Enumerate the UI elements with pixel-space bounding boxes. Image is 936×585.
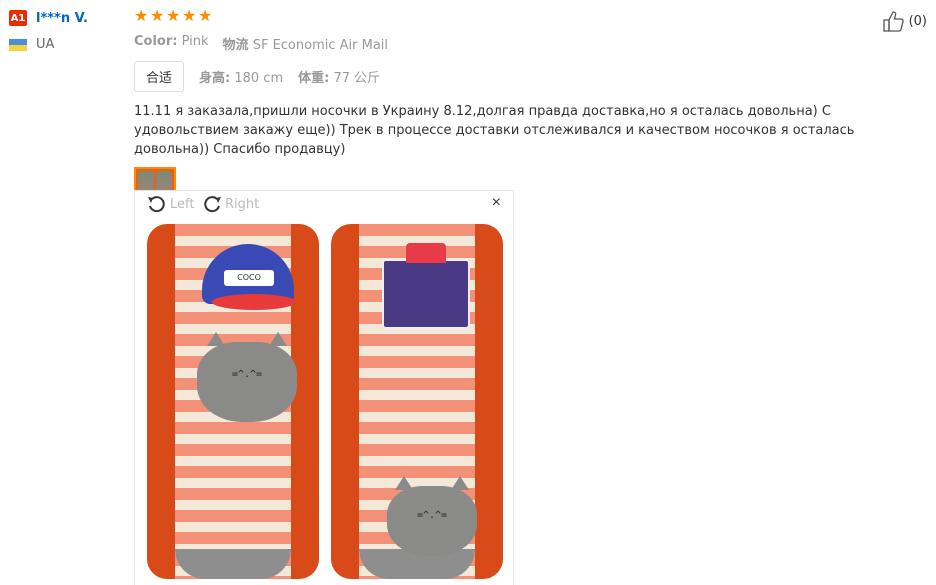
logistics-value: SF Economic Air Mail [252,38,389,53]
star-icon: ★ [150,8,165,25]
review-body: ★ ★ ★ ★ ★ Color: Pink 物流 SF Economic Air… [134,9,924,215]
color-info: Color: Pink [134,34,209,53]
image-viewer: Left Right × COCO =^.^= =^.^= [134,190,514,585]
cat-ear-right [451,476,469,490]
ukraine-flag-icon [9,38,27,51]
cat-ear-right [269,332,287,346]
review-photo-1: COCO =^.^= [147,224,319,579]
product-label-tag [382,243,470,329]
star-icon: ★ [134,8,149,25]
reviewer-country: UA [36,37,55,52]
cat-face-icon: =^.^= [387,476,477,556]
cat-face-features: =^.^= [416,509,448,521]
height-label: 身高: [199,71,231,86]
sock-heel [175,549,291,579]
fit-tag: 合适 [134,61,185,92]
height-value: 180 cm [234,71,284,86]
weight-value: 77 公斤 [333,71,381,86]
cap-brim [212,294,296,310]
star-rating: ★ ★ ★ ★ ★ [134,9,924,27]
reviewer-country-row: UA [9,37,88,52]
rotate-left-label: Left [170,196,195,212]
reviewer-name-row: A1 l***n V. [9,10,88,26]
fit-info-row: 合适 身高: 180 cm 体重: 77 公斤 [134,61,924,92]
color-label: Color: [134,34,178,49]
cat-ear-left [207,332,225,346]
close-icon[interactable]: × [492,194,501,212]
cat-face-icon: =^.^= [197,332,297,422]
weight-info: 体重: 77 公斤 [298,67,380,86]
review-text: 11.11 я заказала,пришли носочки в Украин… [134,104,855,157]
color-value: Pink [181,34,209,49]
star-icon: ★ [166,8,181,25]
brand-logo: COCO [224,270,274,286]
level-badge: A1 [9,10,27,26]
reviewer-info: A1 l***n V. UA [9,10,88,52]
logistics-label: 物流 [222,38,249,53]
logistics-info: 物流 SF Economic Air Mail [223,34,388,53]
rotate-right-label: Right [225,196,260,212]
height-info: 身高: 180 cm [199,67,283,86]
review-photo-2: =^.^= [331,224,503,579]
cat-ear-left [395,476,413,490]
rotate-left-icon [148,196,165,213]
star-icon: ★ [182,8,197,25]
reviewer-name[interactable]: l***n V. [36,11,88,26]
weight-label: 体重: [298,71,330,86]
order-meta: Color: Pink 物流 SF Economic Air Mail [134,34,924,53]
rotate-right-button[interactable]: Right [201,194,259,214]
flag-stripe-yellow [9,44,27,51]
cat-face-features: =^.^= [231,369,263,381]
star-icon: ★ [198,8,213,25]
rotate-left-button[interactable]: Left [146,194,194,214]
rotate-right-icon [204,196,221,213]
